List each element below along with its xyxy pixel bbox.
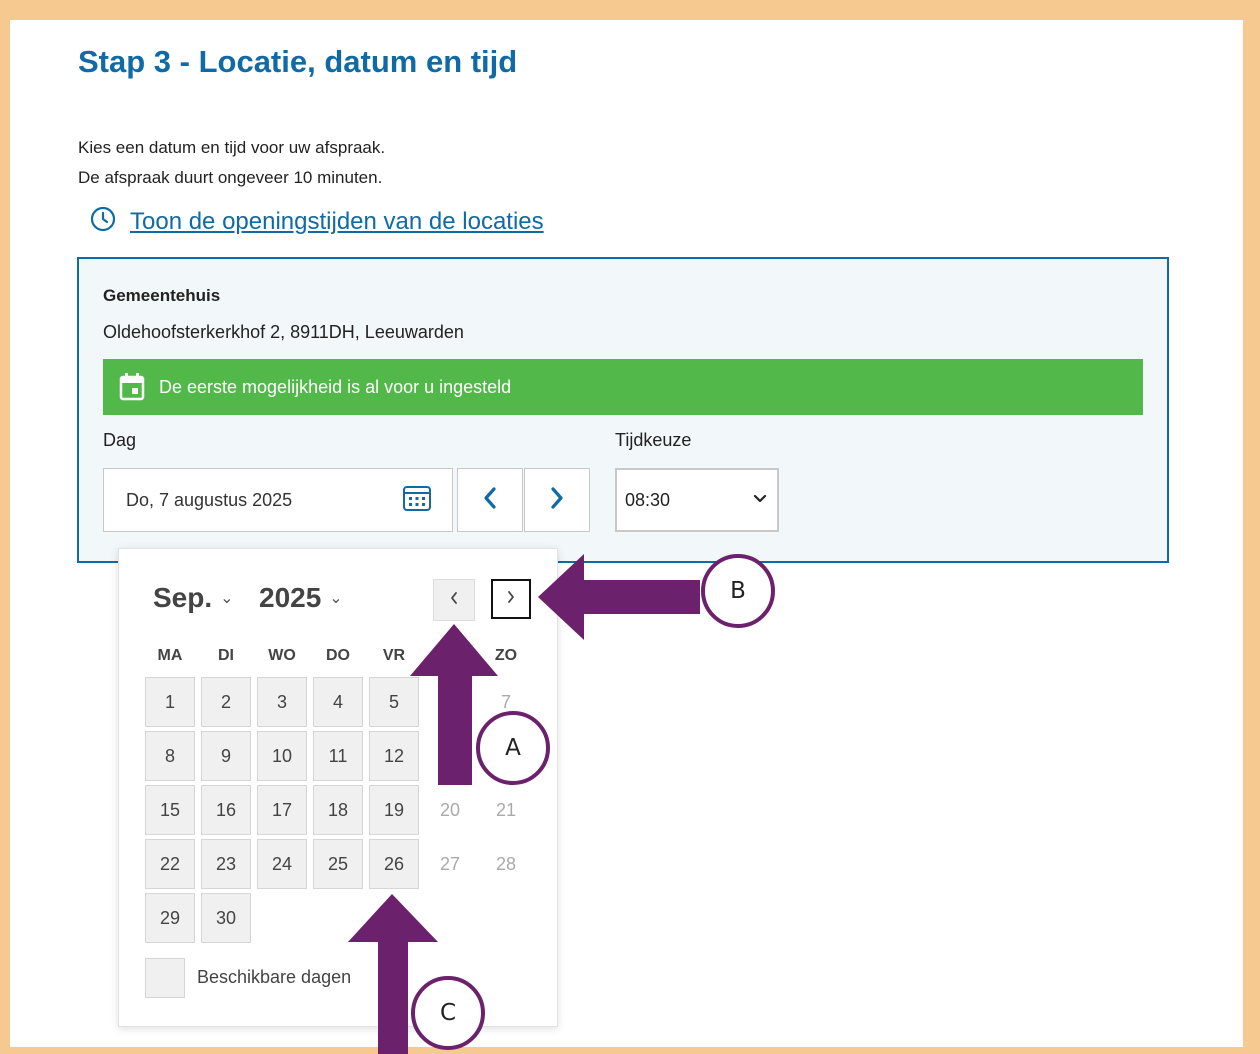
annotation-label-c: C xyxy=(439,1000,457,1026)
annotation-overlay xyxy=(348,554,775,1054)
annotation-label-b: B xyxy=(730,578,746,604)
annotation-label-a: A xyxy=(505,735,521,761)
arrow-b xyxy=(538,554,700,640)
